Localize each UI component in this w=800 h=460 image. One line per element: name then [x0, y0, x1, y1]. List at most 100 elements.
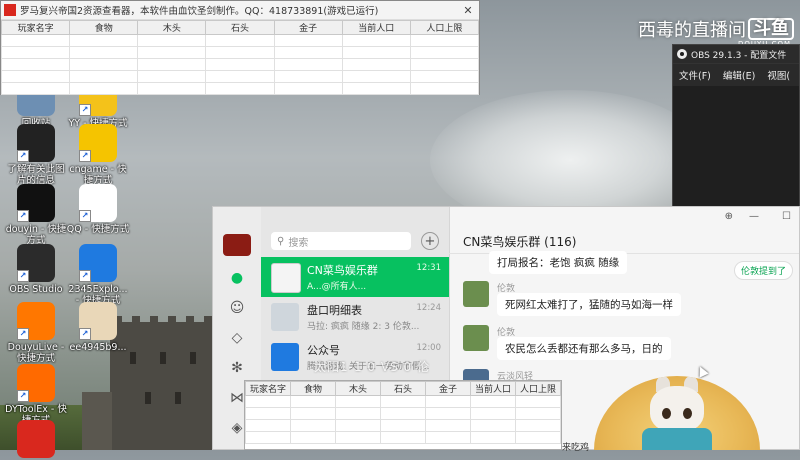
column-header[interactable]: 人口上限 — [515, 381, 561, 396]
resource-viewer-window[interactable]: 罗马复兴帝国2资源查看器，本软件由血饮圣剑制作。QQ：418733891(游戏已… — [0, 0, 480, 95]
desktop-shortcut[interactable] — [4, 420, 68, 460]
table-cell — [0, 34, 71, 47]
shortcut-arrow-icon: ↗ — [79, 150, 91, 162]
table-cell — [470, 407, 516, 420]
table-cell — [380, 431, 426, 444]
table-cell — [205, 70, 275, 83]
obs-menu-edit[interactable]: 编辑(E) — [723, 68, 755, 82]
desktop-shortcut[interactable]: ↗DYToolEx - 快捷方式 — [4, 364, 68, 426]
shortcut-arrow-icon: ↗ — [79, 328, 91, 340]
desktop-shortcut[interactable]: ↗ OBS Studio — [4, 244, 68, 295]
message-bubble: 死网红太难打了，猛随的马如海一样 — [497, 293, 681, 316]
maximize-icon[interactable]: ☐ — [782, 211, 791, 222]
favorites-cube-icon[interactable]: ◇ — [229, 330, 245, 346]
mascot-eye — [683, 408, 692, 419]
column-header[interactable]: 石头 — [205, 20, 275, 35]
mention-pill[interactable]: 伦敦提到了 — [733, 261, 793, 280]
mascot-body — [642, 428, 712, 450]
search-diamond-icon[interactable]: ◈ — [229, 420, 245, 436]
douyu-logo: 斗鱼 — [748, 18, 794, 40]
obs-titlebar[interactable]: OBS 29.1.3 - 配置文件 — [673, 45, 799, 64]
shortcut-arrow-icon: ↗ — [79, 270, 91, 282]
streamer-room-name: 西毒的直播间 — [638, 20, 746, 41]
column-header[interactable]: 当前人口 — [341, 20, 411, 35]
desktop-shortcut[interactable]: ↗ cngame - 快捷方式 — [66, 124, 130, 186]
table-cell — [205, 34, 275, 47]
table-row — [0, 82, 480, 95]
obs-window[interactable]: OBS 29.1.3 - 配置文件 文件(F) 编辑(E) 视图( — [672, 44, 800, 214]
image-file-icon: ↗ — [79, 302, 117, 340]
table-cell — [470, 431, 516, 444]
sender-avatar — [463, 325, 489, 351]
obs-menu-view[interactable]: 视图( — [767, 68, 790, 82]
user-avatar[interactable] — [223, 234, 251, 256]
obs-logo-icon — [677, 49, 687, 59]
close-icon[interactable]: ✕ — [457, 4, 479, 17]
table-row — [245, 431, 561, 444]
column-header[interactable]: 石头 — [380, 381, 426, 396]
desktop-shortcut[interactable]: ↗ QQ - 快捷方式 — [66, 184, 130, 235]
add-chat-button[interactable]: + — [421, 232, 439, 250]
column-header[interactable]: 木头 — [335, 381, 381, 396]
table-row — [0, 46, 480, 59]
pin-icon[interactable]: ⊕ — [725, 211, 733, 222]
table-cell — [245, 431, 291, 444]
table-cell — [380, 407, 426, 420]
table-cell — [273, 82, 343, 95]
red-app-icon — [17, 420, 55, 458]
contacts-icon[interactable]: ☺ — [229, 300, 245, 316]
message-bubble: 打局报名：老饱 疯疯 随缘 — [489, 251, 628, 274]
resource-viewer-titlebar[interactable]: 罗马复兴帝国2资源查看器，本软件由血饮圣剑制作。QQ：418733891(游戏已… — [1, 1, 479, 20]
table-cell — [335, 395, 381, 408]
desktop-shortcut[interactable]: ↗ ee4945b9... — [66, 302, 130, 353]
column-header[interactable]: 玩家名字 — [0, 20, 71, 35]
table-cell — [515, 419, 561, 432]
overlay-resource-table-window: 玩家名字 食物 木头 石头 金子 当前人口 人口上限 — [244, 380, 562, 450]
column-header[interactable]: 金子 — [425, 381, 471, 396]
table-cell — [273, 34, 343, 47]
table-cell — [273, 58, 343, 71]
table-cell — [380, 419, 426, 432]
table-cell — [341, 70, 411, 83]
column-header[interactable]: 木头 — [137, 20, 207, 35]
table-cell — [290, 419, 336, 432]
channels-icon[interactable]: ⋈ — [229, 390, 245, 406]
column-header[interactable]: 食物 — [69, 20, 139, 35]
chat-item-cn-group[interactable]: CN菜鸟娱乐群 A...@所有人... 12:31 — [261, 257, 449, 297]
table-row — [245, 395, 561, 408]
column-header[interactable]: 当前人口 — [470, 381, 516, 396]
shortcut-arrow-icon: ↗ — [79, 104, 91, 116]
desktop-shortcut[interactable]: ↗ douyin - 快捷方式 — [4, 184, 68, 246]
desktop-shortcut[interactable]: ↗ 2345Explo... - 快捷方式 — [66, 244, 130, 306]
table-cell — [273, 46, 343, 59]
column-header[interactable]: 人口上限 — [409, 20, 480, 35]
desktop-shortcut[interactable]: ↗ DouyuLive - 快捷方式 — [4, 302, 68, 364]
chat-time: 12:31 — [416, 263, 442, 273]
table-cell — [341, 46, 411, 59]
column-header[interactable]: 玩家名字 — [245, 381, 291, 396]
ie-browser-icon: ↗ — [79, 244, 117, 282]
table-cell — [425, 431, 471, 444]
search-placeholder: 搜索 — [288, 237, 309, 249]
table-row — [0, 34, 480, 47]
moments-aperture-icon[interactable]: ✻ — [229, 360, 245, 376]
chat-preview: A...@所有人... — [307, 282, 367, 292]
obs-menu-file[interactable]: 文件(F) — [679, 68, 711, 82]
message-bubble: 农民怎么丢都还有那么多马，日的 — [497, 337, 671, 360]
table-cell — [245, 407, 291, 420]
obs-menubar: 文件(F) 编辑(E) 视图( — [673, 64, 799, 86]
chat-bubble-icon[interactable]: ● — [229, 270, 245, 286]
table-cell — [0, 70, 71, 83]
desktop-shortcut[interactable]: ↗ 了解有关此图片的信息 — [4, 124, 68, 186]
table-row — [245, 407, 561, 420]
desktop-shortcut-label: OBS Studio — [9, 284, 63, 295]
table-cell — [470, 419, 516, 432]
shortcut-arrow-icon: ↗ — [17, 210, 29, 222]
minimize-icon[interactable]: — — [749, 211, 759, 222]
chat-item-odds-table[interactable]: 盘口明细表 马拉: 疯疯 随缘 2: 3 伦敦... 12:24 — [261, 297, 449, 337]
table-cell — [69, 82, 139, 95]
column-header[interactable]: 食物 — [290, 381, 336, 396]
table-cell — [69, 46, 139, 59]
search-input[interactable]: ⚲ 搜索 — [271, 232, 411, 250]
column-header[interactable]: 金子 — [273, 20, 343, 35]
